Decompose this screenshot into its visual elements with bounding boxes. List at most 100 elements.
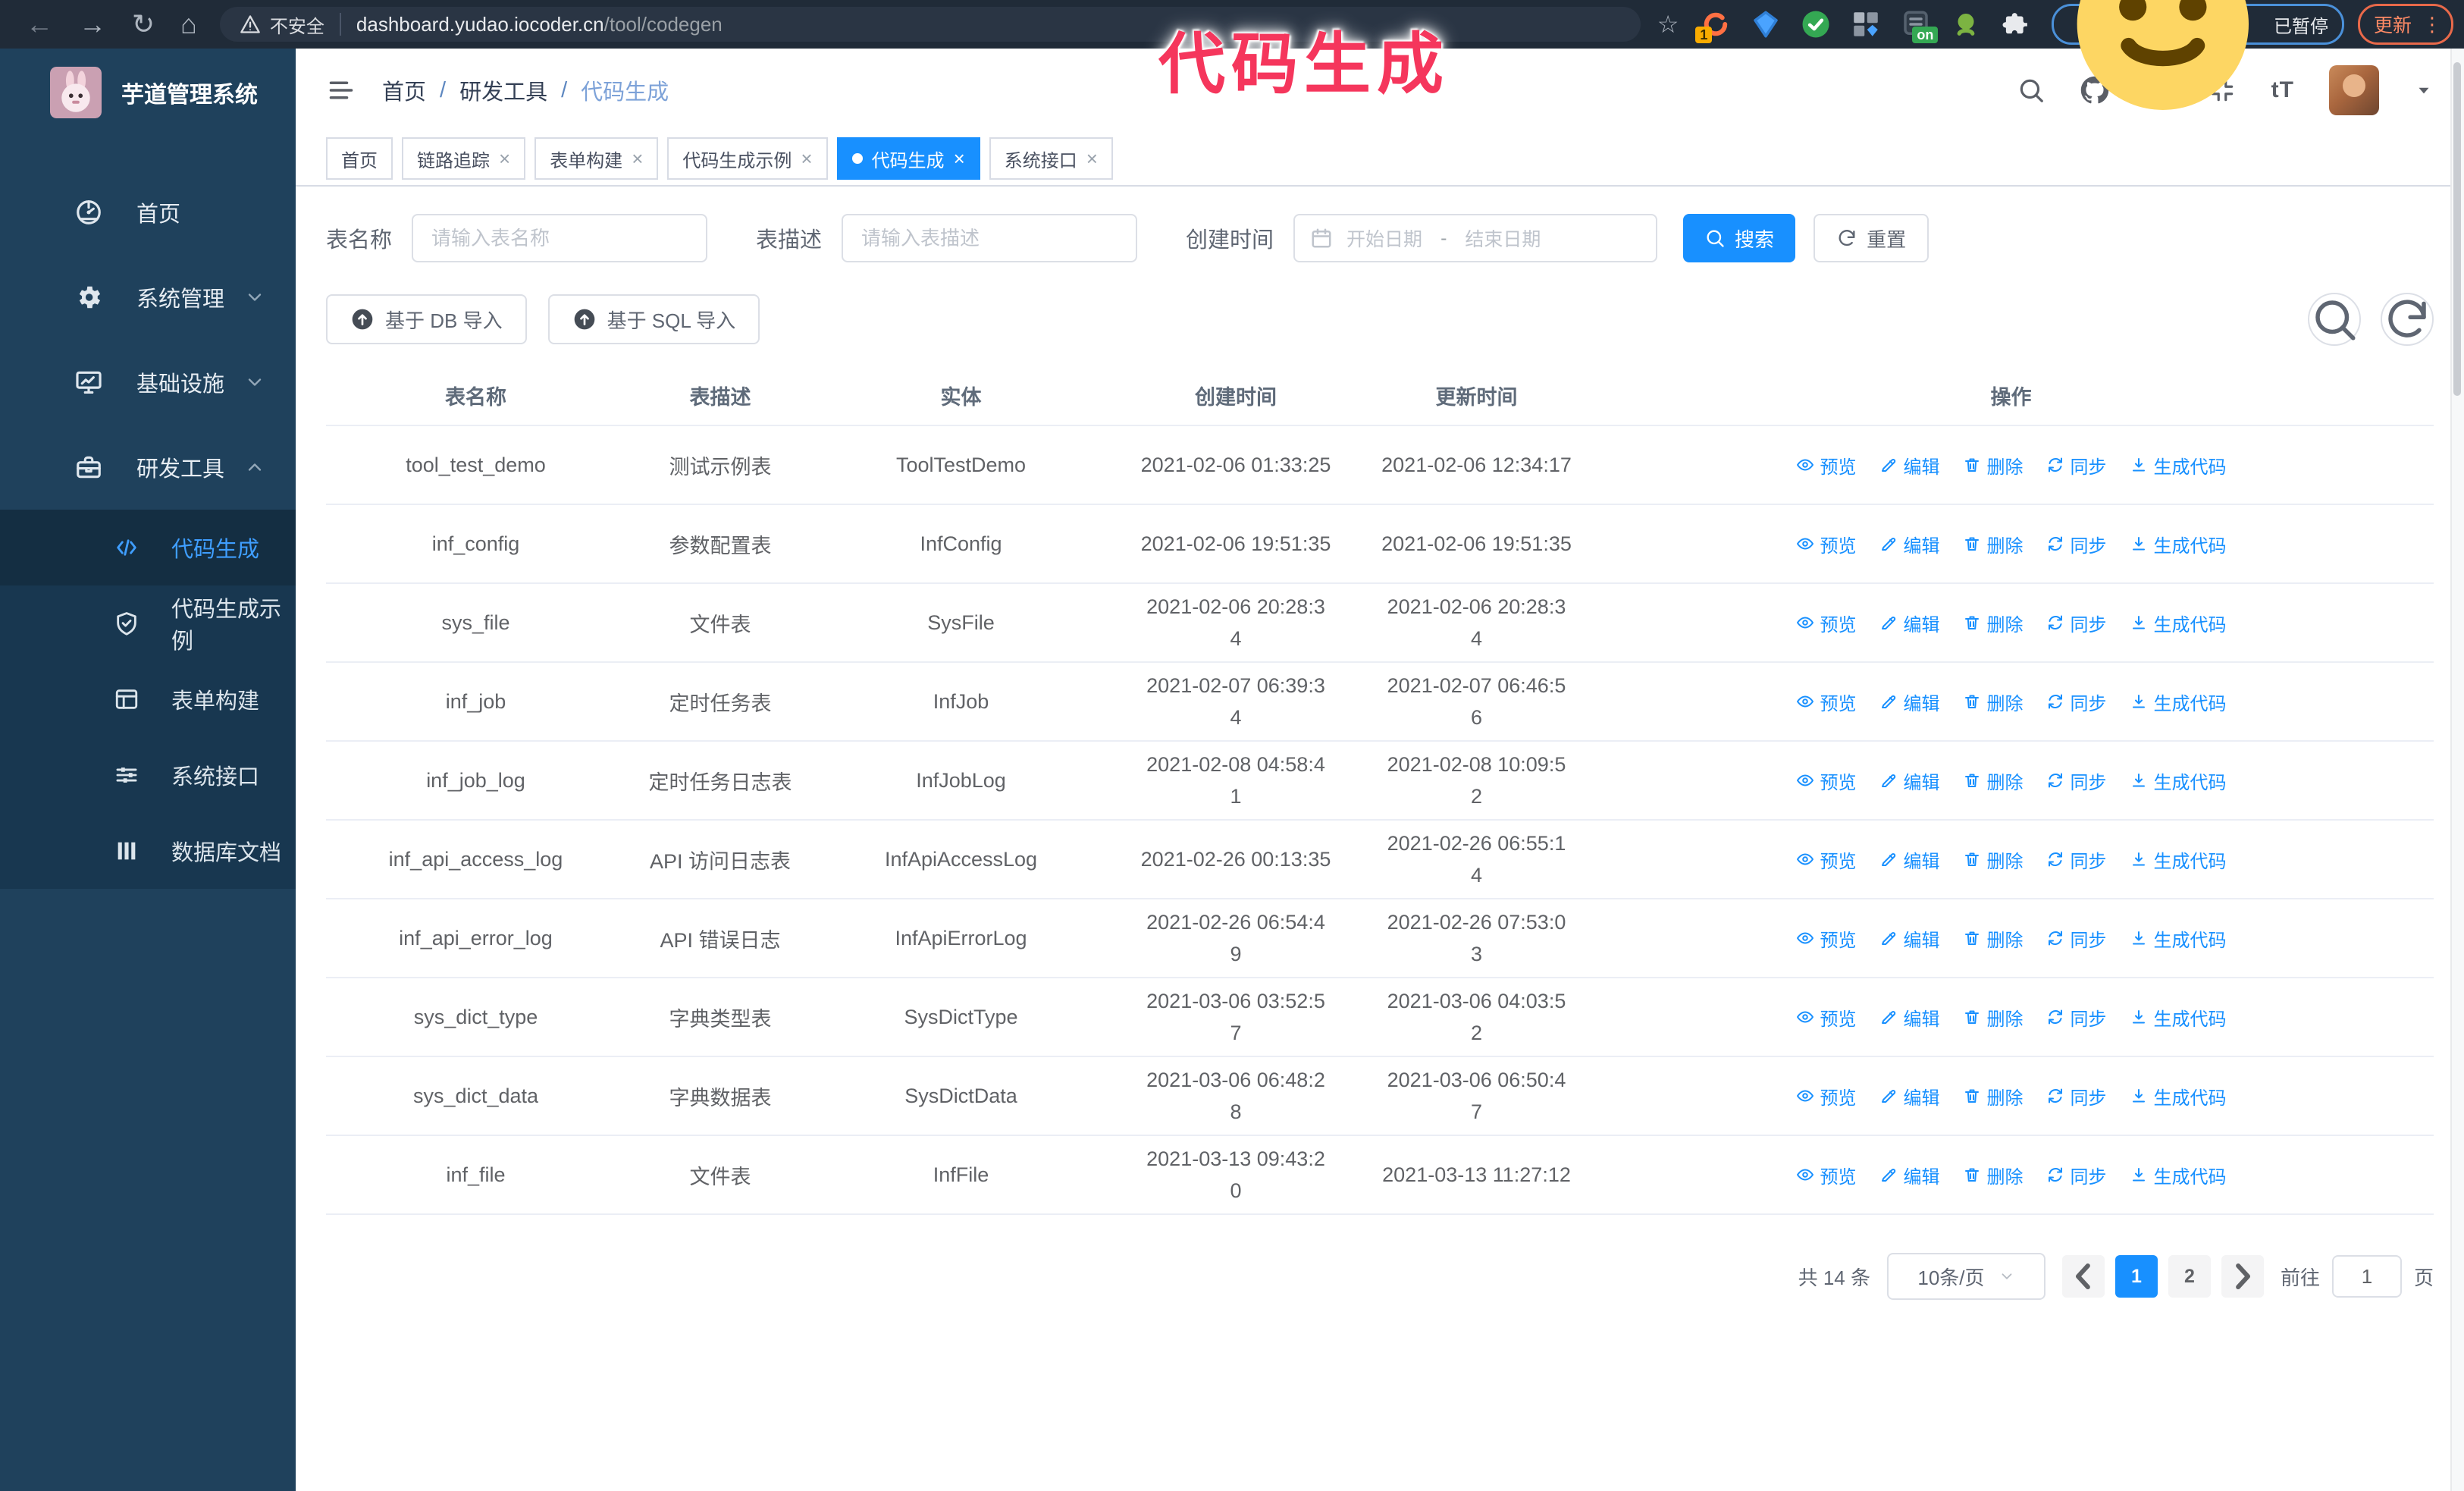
action-preview[interactable]: 预览 [1796, 531, 1857, 557]
action-delete[interactable]: 删除 [1963, 610, 2024, 636]
action-generate[interactable]: 生成代码 [2130, 689, 2227, 715]
action-preview[interactable]: 预览 [1796, 1162, 1857, 1188]
import-db-button[interactable]: 基于 DB 导入 [326, 294, 527, 344]
action-generate[interactable]: 生成代码 [2130, 767, 2227, 794]
action-sync[interactable]: 同步 [2046, 531, 2107, 557]
sidebar-item-home[interactable]: 首页 [0, 170, 296, 255]
action-edit[interactable]: 编辑 [1879, 1162, 1940, 1188]
action-generate[interactable]: 生成代码 [2130, 846, 2227, 873]
create-time-range-picker[interactable]: 开始日期 - 结束日期 [1293, 214, 1658, 262]
extension-grid-icon[interactable] [1850, 8, 1882, 40]
table-name-input[interactable] [412, 214, 708, 262]
action-preview[interactable]: 预览 [1796, 610, 1857, 636]
action-edit[interactable]: 编辑 [1879, 610, 1940, 636]
page-size-select[interactable]: 10条/页 [1886, 1253, 2045, 1300]
action-delete[interactable]: 删除 [1963, 1004, 2024, 1031]
action-edit[interactable]: 编辑 [1879, 767, 1940, 794]
pagination-next[interactable] [2221, 1255, 2264, 1298]
tab-tracing[interactable]: 链路追踪 × [402, 137, 526, 180]
search-icon[interactable] [2017, 76, 2045, 105]
breadcrumb-item-home[interactable]: 首页 [382, 74, 426, 106]
action-generate[interactable]: 生成代码 [2130, 1162, 2227, 1188]
action-preview[interactable]: 预览 [1796, 452, 1857, 479]
search-button[interactable]: 搜索 [1683, 214, 1796, 262]
action-delete[interactable]: 删除 [1963, 531, 2024, 557]
action-edit[interactable]: 编辑 [1879, 1004, 1940, 1031]
action-generate[interactable]: 生成代码 [2130, 610, 2227, 636]
tab-form-builder[interactable]: 表单构建 × [534, 137, 659, 180]
action-generate[interactable]: 生成代码 [2130, 925, 2227, 952]
action-sync[interactable]: 同步 [2046, 452, 2107, 479]
extensions-puzzle-icon[interactable] [2000, 8, 2032, 40]
action-sync[interactable]: 同步 [2046, 1083, 2107, 1110]
action-sync[interactable]: 同步 [2046, 846, 2107, 873]
extension-gem-icon[interactable] [1750, 8, 1782, 40]
breadcrumb-item-devtools[interactable]: 研发工具 [459, 74, 547, 106]
home-button[interactable]: ⌂ [180, 0, 197, 49]
sidebar-item-devtools[interactable]: 研发工具 [0, 425, 296, 510]
action-preview[interactable]: 预览 [1796, 689, 1857, 715]
action-sync[interactable]: 同步 [2046, 610, 2107, 636]
action-preview[interactable]: 预览 [1796, 925, 1857, 952]
action-sync[interactable]: 同步 [2046, 1162, 2107, 1188]
sidebar-logo[interactable]: 芋道管理系统 [0, 49, 296, 137]
action-preview[interactable]: 预览 [1796, 1004, 1857, 1031]
user-avatar[interactable] [2329, 65, 2379, 115]
action-edit[interactable]: 编辑 [1879, 846, 1940, 873]
reset-button[interactable]: 重置 [1814, 214, 1930, 262]
action-preview[interactable]: 预览 [1796, 846, 1857, 873]
action-edit[interactable]: 编辑 [1879, 1083, 1940, 1110]
tab-codegen[interactable]: 代码生成 × [836, 137, 980, 180]
forward-button[interactable]: → [79, 0, 106, 49]
action-delete[interactable]: 删除 [1963, 846, 2024, 873]
action-edit[interactable]: 编辑 [1879, 452, 1940, 479]
close-icon[interactable]: × [954, 149, 965, 168]
close-icon[interactable]: × [801, 149, 812, 168]
import-sql-button[interactable]: 基于 SQL 导入 [547, 294, 760, 344]
action-delete[interactable]: 删除 [1963, 1083, 2024, 1110]
sidebar-item-system-api[interactable]: 系统接口 [0, 737, 296, 813]
pagination-page-1[interactable]: 1 [2114, 1255, 2158, 1298]
sidebar-item-db-doc[interactable]: 数据库文档 [0, 813, 296, 889]
pagination-page-2[interactable]: 2 [2168, 1255, 2211, 1298]
tab-system-api[interactable]: 系统接口 × [989, 137, 1113, 180]
action-edit[interactable]: 编辑 [1879, 689, 1940, 715]
refresh-table-button[interactable] [2381, 293, 2434, 346]
tab-codegen-example[interactable]: 代码生成示例 × [667, 137, 828, 180]
bookmark-star-icon[interactable]: ☆ [1657, 10, 1679, 39]
action-sync[interactable]: 同步 [2046, 1004, 2107, 1031]
extension-green-check-icon[interactable] [1800, 8, 1832, 40]
close-icon[interactable]: × [1086, 149, 1098, 168]
scrollbar-thumb[interactable] [2453, 62, 2461, 396]
action-delete[interactable]: 删除 [1963, 452, 2024, 479]
sidebar-item-codegen[interactable]: 代码生成 [0, 510, 296, 585]
toggle-search-button[interactable] [2308, 293, 2361, 346]
action-delete[interactable]: 删除 [1963, 689, 2024, 715]
back-button[interactable]: ← [26, 0, 53, 49]
action-generate[interactable]: 生成代码 [2130, 531, 2227, 557]
action-delete[interactable]: 删除 [1963, 1162, 2024, 1188]
extension-orange-icon[interactable]: 1 [1695, 8, 1732, 43]
action-sync[interactable]: 同步 [2046, 767, 2107, 794]
goto-page-input[interactable] [2331, 1255, 2402, 1298]
action-sync[interactable]: 同步 [2046, 689, 2107, 715]
sidebar-toggle-icon[interactable] [326, 77, 356, 104]
action-generate[interactable]: 生成代码 [2130, 1083, 2227, 1110]
sidebar-item-infra[interactable]: 基础设施 [0, 340, 296, 425]
close-icon[interactable]: × [499, 149, 510, 168]
avatar-caret-down-icon[interactable] [2414, 80, 2434, 100]
sidebar-item-system[interactable]: 系统管理 [0, 255, 296, 340]
pagination-prev[interactable] [2061, 1255, 2105, 1298]
sidebar-item-form-builder[interactable]: 表单构建 [0, 661, 296, 737]
action-preview[interactable]: 预览 [1796, 767, 1857, 794]
font-size-icon[interactable]: tT [2271, 77, 2294, 103]
profile-paused-chip[interactable]: 已暂停 [2052, 0, 2344, 111]
table-desc-input[interactable] [842, 214, 1138, 262]
chrome-update-button[interactable]: 更新 ⋮ [2357, 4, 2453, 45]
browser-menu-icon[interactable]: ⋮ [2422, 14, 2442, 34]
page-scrollbar[interactable] [2450, 49, 2464, 1491]
action-generate[interactable]: 生成代码 [2130, 1004, 2227, 1031]
action-generate[interactable]: 生成代码 [2130, 452, 2227, 479]
tab-home[interactable]: 首页 [326, 137, 393, 180]
action-preview[interactable]: 预览 [1796, 1083, 1857, 1110]
